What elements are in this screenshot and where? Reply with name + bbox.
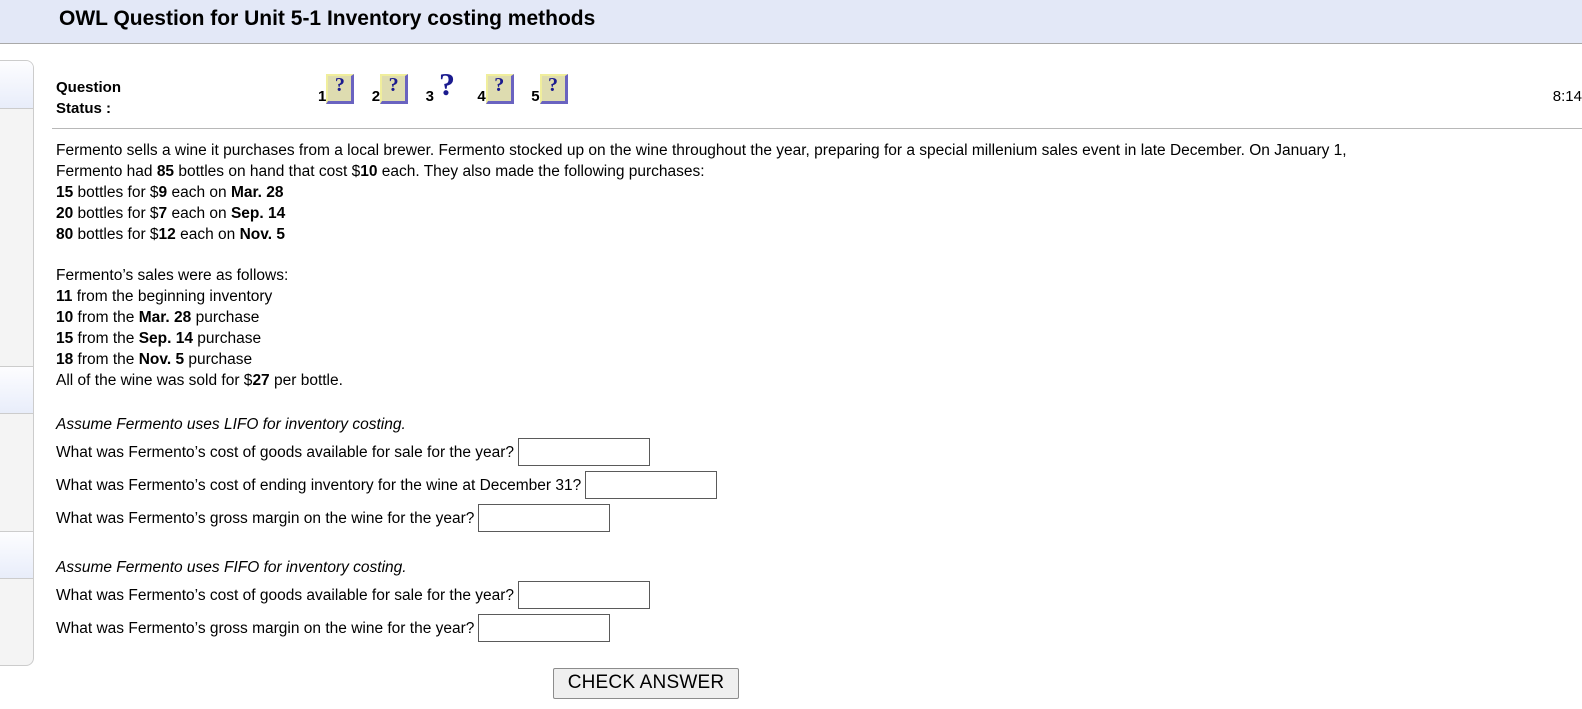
lifo-question-3-label: What was Fermento’s gross margin on the … — [56, 509, 475, 527]
lifo-gross-margin-input[interactable] — [478, 504, 611, 532]
question-status-bar: Question Status : 1? 2? 3? 4? 5? 8:14 — [0, 60, 1582, 130]
question-status-item-1[interactable]: 1? — [318, 74, 355, 105]
lifo-ending-inventory-input[interactable] — [585, 471, 718, 499]
fifo-question-2-row: What was Fermento’s gross margin on the … — [56, 612, 1576, 644]
fifo-question-2-label: What was Fermento’s gross margin on the … — [56, 619, 475, 637]
question-status-icons: 1? 2? 3? 4? 5? — [318, 66, 581, 120]
sidebar-item-2[interactable] — [0, 366, 33, 414]
sale-price-line: All of the wine was sold for $27 per bot… — [56, 372, 343, 389]
problem-intro-line-2: Fermento had 85 bottles on hand that cos… — [56, 163, 705, 180]
left-sidebar-panel — [0, 60, 34, 666]
question-status-item-2[interactable]: 2? — [371, 74, 409, 105]
fifo-question-1-label: What was Fermento’s cost of goods availa… — [56, 586, 515, 604]
question-status-item-4[interactable]: 4? — [477, 74, 514, 105]
fifo-gross-margin-input[interactable] — [478, 614, 611, 642]
question-number-3: 3 — [425, 88, 434, 105]
lifo-question-3-row: What was Fermento’s gross margin on the … — [56, 502, 1576, 534]
purchase-line: 15 bottles for $9 each on Mar. 28 — [56, 184, 284, 201]
lifo-question-2-label: What was Fermento’s cost of ending inven… — [56, 476, 582, 494]
fifo-cogs-available-input[interactable] — [518, 581, 651, 609]
question-mark-icon[interactable]: ? — [539, 74, 568, 104]
sales-line: 15 from the Sep. 14 purchase — [56, 330, 262, 347]
question-status-label: Question Status : — [56, 79, 122, 117]
fifo-question-1-row: What was Fermento’s cost of goods availa… — [56, 579, 1576, 611]
timer-display: 8:14 — [1552, 88, 1582, 105]
check-answer-row: CHECK ANSWER — [56, 668, 1236, 699]
question-status-item-5[interactable]: 5? — [531, 74, 568, 105]
lifo-section-heading: Assume Fermento uses LIFO for inventory … — [56, 416, 406, 433]
page-title: OWL Question for Unit 5-1 Inventory cost… — [59, 7, 596, 30]
question-mark-icon[interactable]: ? — [434, 66, 460, 104]
question-mark-icon[interactable]: ? — [326, 74, 355, 104]
sales-line: 10 from the Mar. 28 purchase — [56, 309, 260, 326]
sales-line: 11 from the beginning inventory — [56, 288, 273, 305]
question-body: Fermento sells a wine it purchases from … — [56, 140, 1576, 699]
question-number-5: 5 — [531, 88, 540, 105]
lifo-question-2-row: What was Fermento’s cost of ending inven… — [56, 469, 1576, 501]
sidebar-item-3[interactable] — [0, 531, 33, 579]
question-mark-icon[interactable]: ? — [380, 74, 409, 104]
status-divider — [52, 128, 1582, 129]
fifo-section-heading: Assume Fermento uses FIFO for inventory … — [56, 559, 407, 576]
question-number-1: 1 — [318, 88, 327, 105]
question-number-4: 4 — [477, 88, 486, 105]
purchase-line: 80 bottles for $12 each on Nov. 5 — [56, 226, 285, 243]
question-status-item-3-current[interactable]: 3? — [425, 66, 460, 105]
sales-line: 18 from the Nov. 5 purchase — [56, 351, 253, 368]
lifo-question-1-label: What was Fermento’s cost of goods availa… — [56, 443, 515, 461]
lifo-question-1-row: What was Fermento’s cost of goods availa… — [56, 436, 1576, 468]
problem-intro-line-1: Fermento sells a wine it purchases from … — [56, 142, 1347, 159]
sales-heading: Fermento’s sales were as follows: — [56, 267, 289, 284]
app-header: OWL Question for Unit 5-1 Inventory cost… — [0, 0, 1582, 44]
purchase-line: 20 bottles for $7 each on Sep. 14 — [56, 205, 286, 222]
question-mark-icon[interactable]: ? — [485, 74, 514, 104]
lifo-cogs-available-input[interactable] — [518, 438, 651, 466]
question-number-2: 2 — [371, 88, 381, 105]
check-answer-button[interactable]: CHECK ANSWER — [552, 668, 740, 699]
